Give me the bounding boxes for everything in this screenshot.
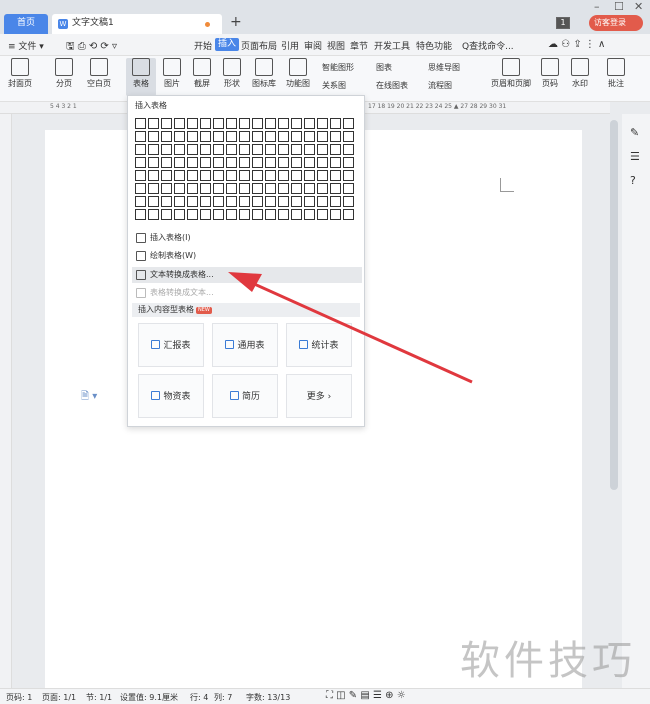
status-words[interactable]: 字数: 13/13	[246, 692, 290, 703]
annotation-arrow-line	[251, 281, 473, 384]
status-row: 行: 4	[190, 693, 209, 702]
status-pages: 页面: 1/1	[42, 693, 77, 702]
status-bar: 页码: 1 页面: 1/1 节: 1/1 设置值: 9.1厘米 行: 4 列: …	[0, 688, 650, 704]
status-setting[interactable]: 设置值: 9.1厘米	[120, 692, 178, 703]
watermark-text: 软件技巧	[460, 638, 636, 684]
status-section: 节: 1/1	[86, 693, 113, 702]
annotation-arrow	[228, 272, 473, 384]
status-col: 列: 7	[214, 693, 233, 702]
status-page: 页码: 1	[6, 693, 33, 702]
view-mode-icons[interactable]: ⛶ ◫ ✎ ▤ ☰ ⊕ ☼	[326, 690, 406, 701]
annotation-arrow-head	[228, 272, 262, 292]
